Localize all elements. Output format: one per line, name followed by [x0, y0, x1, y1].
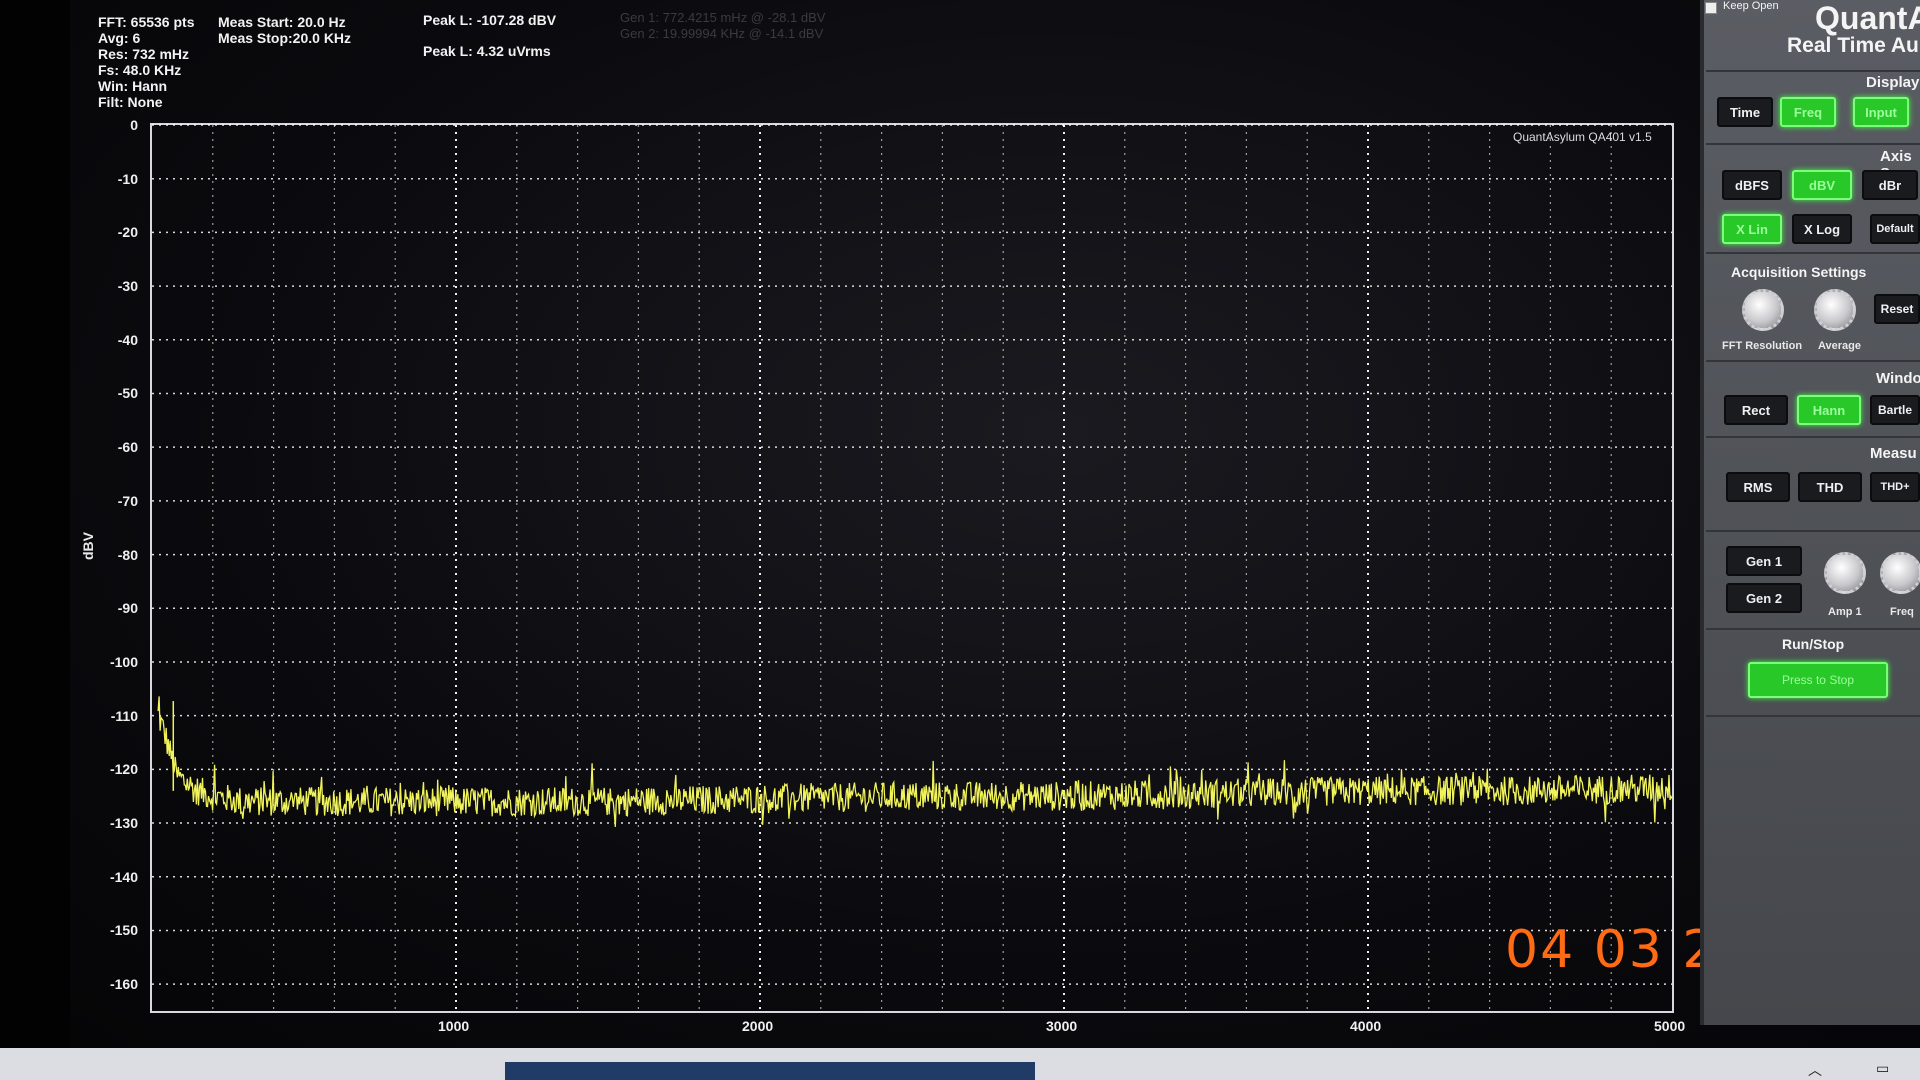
average-knob[interactable] [1814, 289, 1856, 331]
freq-button[interactable]: Freq [1780, 97, 1836, 127]
average-label: Average [1818, 340, 1862, 352]
keep-open-label: Keep Open [1723, 0, 1779, 12]
y-tick-label: -130 [109, 815, 138, 832]
xlog-button[interactable]: X Log [1792, 214, 1852, 244]
reset-button[interactable]: Reset [1874, 294, 1920, 324]
hann-button[interactable]: Hann [1797, 395, 1861, 425]
window-section-title: Windo [1876, 370, 1920, 387]
y-tick-label: -70 [117, 492, 138, 509]
measure-section-title: Measu [1870, 445, 1917, 462]
y-tick-label: 0 [130, 117, 138, 133]
y-tick-label: -30 [117, 278, 138, 295]
input-button[interactable]: Input [1853, 97, 1909, 127]
x-tick-label: 4000 [1350, 1018, 1382, 1034]
rect-button[interactable]: Rect [1724, 395, 1788, 425]
plot-watermark: QuantAsylum QA401 v1.5 [1513, 130, 1652, 144]
freq-knob[interactable] [1880, 552, 1920, 594]
thd-button[interactable]: THD [1798, 472, 1862, 502]
y-tick-label: -10 [117, 170, 138, 187]
network-icon[interactable]: ▭ [1876, 1060, 1889, 1077]
amp1-knob[interactable] [1824, 552, 1866, 594]
y-tick-label: -90 [117, 600, 138, 617]
x-tick-label: 2000 [742, 1018, 774, 1034]
xlin-button[interactable]: X Lin [1722, 214, 1782, 244]
y-tick-label: -110 [110, 707, 138, 724]
y-tick-label: -150 [109, 922, 138, 939]
y-tick-label: -140 [109, 868, 138, 885]
dbfs-button[interactable]: dBFS [1722, 170, 1782, 200]
gen2-button[interactable]: Gen 2 [1726, 583, 1802, 613]
brand-title: QuantA [1815, 0, 1920, 36]
rms-button[interactable]: RMS [1726, 472, 1790, 502]
y-tick-label: -40 [117, 331, 138, 348]
acquisition-section-title: Acquisition Settings [1731, 264, 1867, 280]
dbv-button[interactable]: dBV [1792, 170, 1852, 200]
dbr-button[interactable]: dBr [1862, 170, 1918, 200]
x-tick-label: 3000 [1046, 1018, 1078, 1034]
y-tick-label: -160 [109, 976, 138, 993]
y-tick-label: -20 [117, 224, 138, 241]
default-button[interactable]: Default [1870, 214, 1920, 244]
time-button[interactable]: Time [1717, 97, 1773, 127]
chevron-up-icon[interactable]: ︿ [1808, 1060, 1822, 1080]
freq-label: Freq [1890, 606, 1914, 618]
spectrum-plot [152, 124, 1673, 1011]
thdn-button[interactable]: THD+ [1870, 472, 1920, 502]
fft-resolution-label: FFT Resolution [1722, 340, 1803, 352]
bartlett-button[interactable]: Bartle [1870, 395, 1920, 425]
keep-open-checkbox[interactable] [1705, 2, 1717, 14]
y-tick-label: -60 [117, 439, 138, 456]
taskbar-apps[interactable] [505, 1062, 1035, 1080]
y-tick-label: -50 [117, 385, 138, 402]
y-tick-label: -100 [109, 653, 138, 670]
runstop-section-title: Run/Stop [1782, 636, 1845, 652]
gen1-button[interactable]: Gen 1 [1726, 546, 1802, 576]
amp1-label: Amp 1 [1828, 606, 1862, 618]
display-section-title: Display [1866, 74, 1920, 91]
fft-resolution-knob[interactable] [1742, 289, 1784, 331]
brand-subtitle: Real Time Au [1787, 34, 1919, 57]
y-tick-label: -80 [117, 546, 138, 563]
x-tick-label: 1000 [438, 1018, 470, 1034]
press-to-stop-button[interactable]: Press to Stop [1748, 662, 1888, 698]
y-tick-label: -120 [109, 761, 138, 778]
x-tick-label: 5000 [1654, 1018, 1686, 1034]
